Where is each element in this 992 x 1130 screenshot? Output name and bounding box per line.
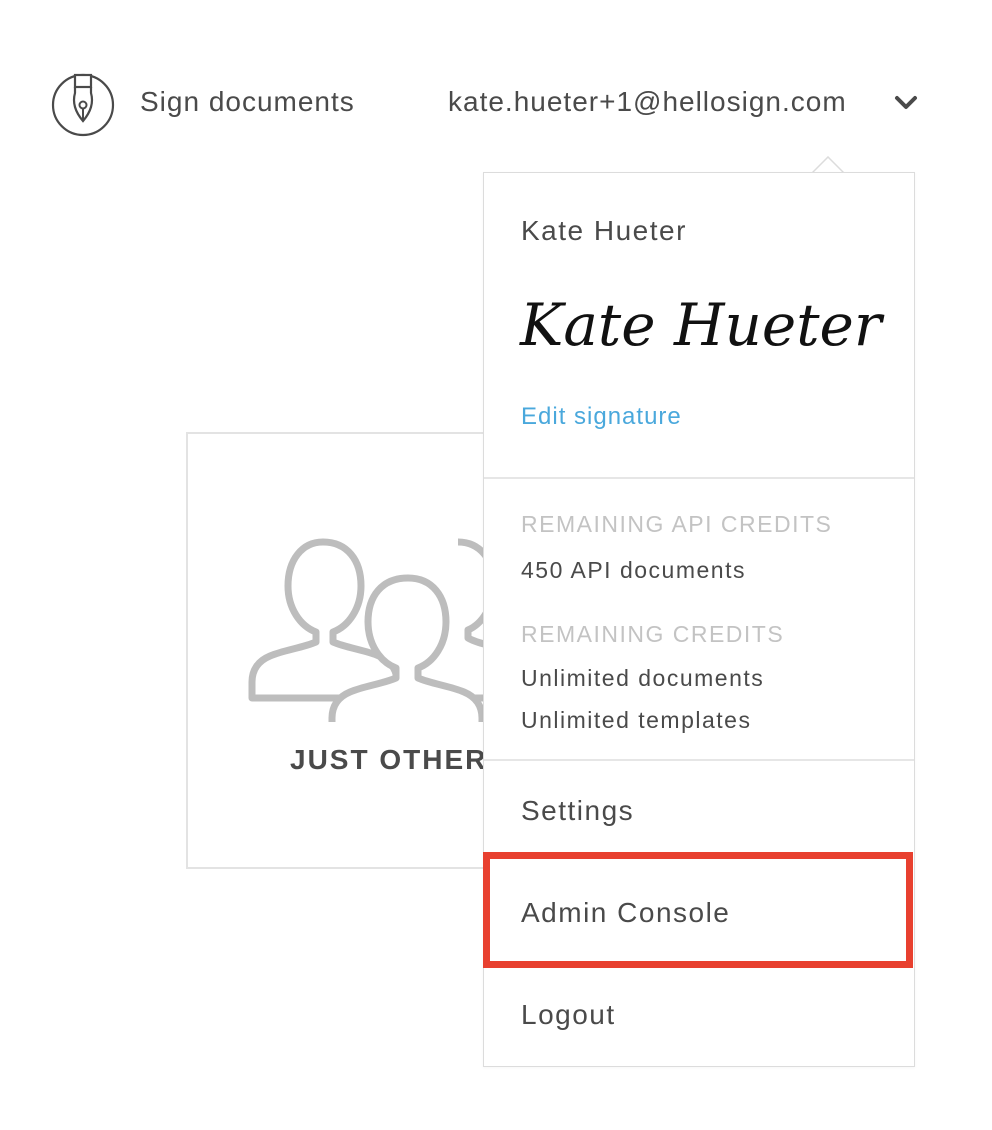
account-email[interactable]: kate.hueter+1@hellosign.com (448, 86, 847, 118)
edit-signature-link[interactable]: Edit signature (521, 403, 682, 431)
api-credits-heading: REMAINING API CREDITS (521, 511, 833, 537)
divider (484, 759, 914, 761)
signature-text: Kate Hueter (519, 291, 885, 359)
pen-nib-icon[interactable] (51, 73, 115, 137)
settings-menu-item[interactable]: Settings (484, 763, 914, 863)
logout-label: Logout (521, 999, 616, 1030)
divider (484, 477, 914, 479)
card-label: JUST OTHERS (290, 744, 509, 775)
credits-documents: Unlimited documents (521, 665, 765, 691)
user-name: Kate Hueter (521, 215, 687, 246)
signature-image: Kate Hueter (518, 283, 888, 363)
sign-documents-link[interactable]: Sign documents (140, 86, 355, 118)
page: Sign documents kate.hueter+1@hellosign.c… (0, 0, 992, 1130)
chevron-down-icon[interactable] (894, 94, 918, 114)
account-dropdown-menu: Kate Hueter Kate Hueter Edit signature R… (483, 172, 915, 1067)
settings-label: Settings (521, 795, 635, 826)
logout-menu-item[interactable]: Logout (484, 967, 914, 1067)
recipient-option-card[interactable]: JUST OTHERS (186, 432, 534, 869)
credits-heading: REMAINING CREDITS (521, 621, 785, 647)
admin-console-label: Admin Console (521, 897, 731, 928)
admin-console-menu-item[interactable]: Admin Console (484, 865, 914, 965)
api-credits-value: 450 API documents (521, 557, 746, 583)
credits-templates: Unlimited templates (521, 707, 752, 733)
